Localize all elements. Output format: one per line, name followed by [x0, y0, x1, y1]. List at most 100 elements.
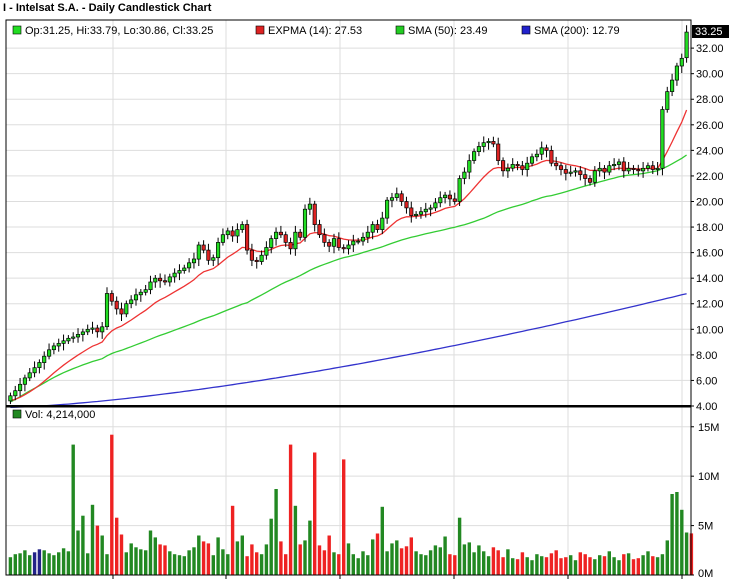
volume-bar — [356, 558, 360, 575]
candle-body — [380, 217, 385, 230]
volume-bar — [293, 505, 298, 575]
candle-body — [71, 336, 76, 339]
volume-bar — [288, 444, 293, 575]
candle-body — [230, 230, 235, 237]
candle-body — [264, 247, 269, 256]
last-price-marker: 33.25 — [692, 25, 729, 38]
candle-body — [191, 258, 197, 264]
volume-bar — [428, 550, 433, 575]
volume-tick-label: 0M — [698, 568, 713, 580]
legend-expma: EXPMA (14): 27.53 — [268, 25, 362, 37]
volume-bar — [366, 555, 370, 575]
volume-bar — [134, 547, 138, 575]
candle-body — [409, 207, 414, 216]
volume-bar — [235, 541, 240, 575]
candle-body — [515, 164, 520, 167]
candle-body — [341, 247, 346, 250]
candle-body — [37, 362, 42, 368]
volume-bar — [95, 525, 100, 575]
volume-tick-label: 10M — [698, 471, 719, 483]
candle-body — [109, 293, 114, 302]
price-tick-label: 30.00 — [696, 69, 724, 81]
volume-bar — [148, 530, 153, 575]
candle-body — [438, 197, 443, 204]
candle-body — [375, 224, 380, 230]
volume-bar — [269, 518, 273, 575]
volume-bar — [317, 545, 322, 575]
candle-body — [133, 294, 139, 301]
price-tick-label: 22.00 — [696, 171, 724, 183]
volume-bar — [342, 459, 346, 575]
volume-bar — [670, 494, 674, 575]
candle-body — [360, 236, 366, 242]
candles — [8, 25, 689, 405]
volume-bar — [86, 553, 90, 575]
candle-body — [95, 327, 100, 333]
volume-bar — [182, 556, 186, 575]
volume-bar — [559, 558, 563, 575]
candle-body — [554, 162, 559, 167]
price-tick-label: 26.00 — [696, 120, 724, 132]
candle-body — [240, 224, 245, 230]
volume-bar — [651, 556, 655, 575]
volume-bar — [424, 555, 428, 575]
volume-bar — [37, 549, 42, 575]
volume-bar — [303, 540, 307, 575]
volume-bar — [76, 530, 80, 575]
candle-body — [351, 240, 356, 246]
candle-body — [167, 276, 172, 283]
volume-bar — [327, 535, 331, 575]
price-tick-label: 20.00 — [696, 196, 724, 208]
volume-bar — [13, 554, 17, 575]
legend-expma-swatch — [255, 25, 265, 35]
volume-bars — [8, 434, 694, 575]
volume-bar — [28, 555, 32, 575]
candle-body — [235, 229, 240, 237]
candle-body — [626, 167, 631, 172]
candle-body — [331, 238, 337, 247]
volume-bar — [129, 543, 133, 575]
volume-bar — [564, 557, 568, 575]
volume-bar — [250, 544, 254, 575]
volume-bar — [491, 547, 496, 575]
volume-bar — [47, 553, 51, 575]
candle-body — [418, 211, 424, 215]
volume-bar — [230, 505, 235, 575]
price-tick-label: 16.00 — [696, 248, 724, 260]
candle-body — [467, 160, 472, 173]
candle-body — [47, 349, 52, 357]
volume-bar — [346, 543, 351, 575]
candle-body — [491, 141, 496, 145]
volume-bar — [71, 444, 75, 575]
candle-body — [32, 367, 37, 374]
volume-bar — [81, 515, 85, 575]
price-panel-frame — [5, 19, 692, 407]
volume-bar — [554, 550, 558, 575]
candle-body — [61, 340, 66, 344]
volume-bar — [371, 539, 375, 575]
volume-bar — [530, 560, 534, 575]
candle-body — [336, 238, 341, 248]
price-tick-label: 28.00 — [696, 94, 724, 106]
volume-bar — [279, 541, 283, 575]
volume-bar — [467, 542, 471, 575]
candle-body — [433, 202, 438, 209]
volume-bar — [438, 547, 442, 575]
last-price-label: 33.25 — [695, 26, 723, 38]
candle-body — [365, 231, 370, 238]
volume-bar — [298, 544, 302, 575]
volume-bar — [255, 552, 259, 575]
volume-bar — [245, 556, 249, 575]
volume-bar — [535, 554, 539, 575]
expma-line — [10, 109, 688, 402]
candle-body — [346, 244, 351, 250]
volume-bar — [598, 555, 602, 575]
candle-body — [85, 328, 90, 333]
candle-body — [220, 234, 225, 243]
volume-bar — [593, 559, 597, 575]
candle-body — [51, 345, 56, 351]
candle-body — [182, 267, 187, 271]
volume-bar — [414, 551, 418, 575]
candle-body — [404, 201, 409, 209]
candle-body — [42, 355, 47, 363]
